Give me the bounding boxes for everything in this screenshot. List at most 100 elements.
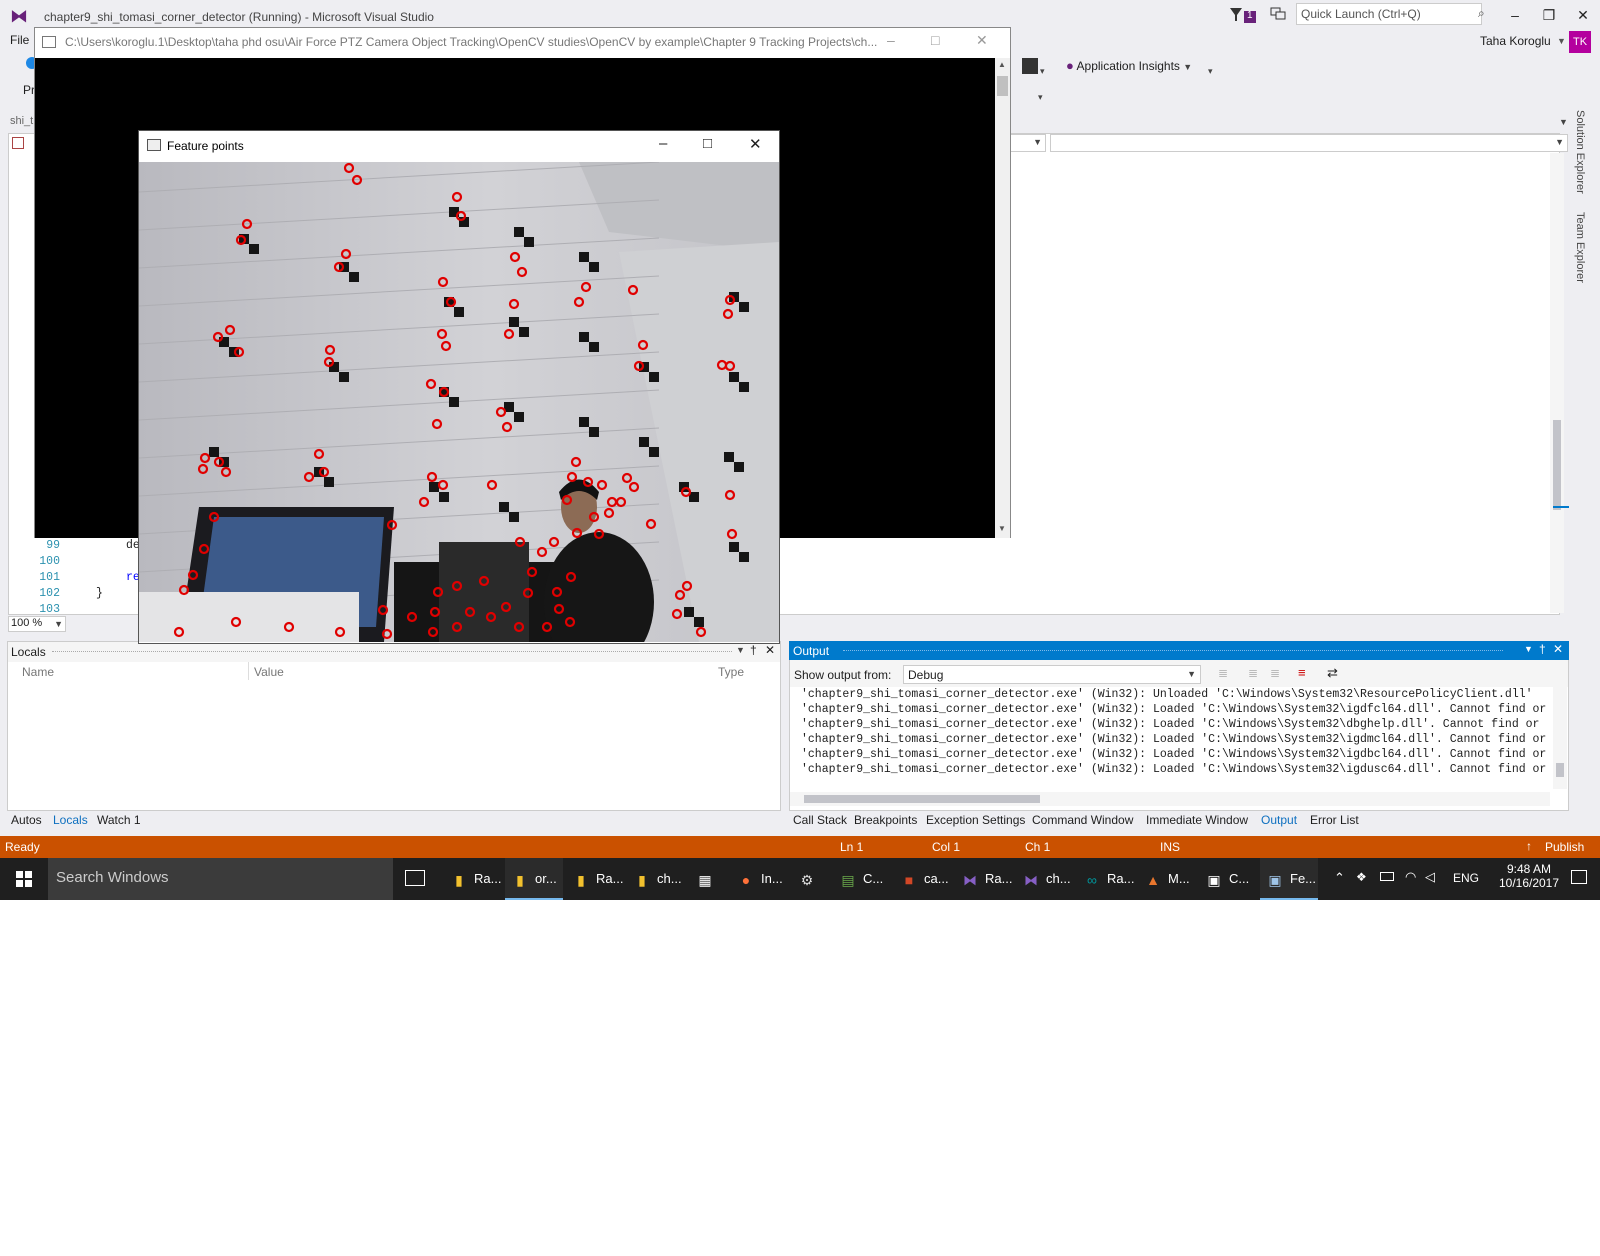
taskbar-app-7[interactable]: ▤ C... [833, 858, 891, 900]
publish-arrow-icon[interactable]: ↑ [1526, 839, 1532, 853]
close-button[interactable]: ✕ [1568, 4, 1598, 26]
taskbar-app-5[interactable]: ● In... [731, 858, 789, 900]
locals-col-value[interactable]: Value [254, 665, 284, 679]
scope-combo[interactable]: ▼ [1050, 134, 1568, 152]
output-vertical-scrollbar[interactable] [1553, 687, 1567, 789]
stop-debugging-icon[interactable] [1022, 58, 1038, 74]
tab-output[interactable]: Output [1261, 813, 1297, 827]
battery-icon[interactable] [1380, 872, 1394, 881]
tab-command-window[interactable]: Command Window [1032, 813, 1133, 827]
feedback-icon[interactable] [1270, 7, 1286, 21]
close-icon[interactable]: ✕ [1553, 642, 1563, 656]
taskbar-search-box[interactable]: Search Windows [48, 858, 393, 900]
search-icon[interactable]: ⌕ [1478, 6, 1492, 20]
word-wrap-icon[interactable]: ⇄ [1327, 665, 1338, 681]
taskbar-app-11[interactable]: ∞ Ra... [1077, 858, 1135, 900]
column-divider[interactable] [248, 662, 249, 680]
next-message-icon[interactable]: ≣ [1270, 666, 1280, 680]
opencv-main-scrollbar[interactable]: ▲ ▼ [995, 58, 1010, 538]
zoom-level-combo[interactable]: 100 % ▼ [8, 616, 66, 632]
status-column: Col 1 [932, 840, 961, 854]
taskbar-app-label: C... [863, 871, 884, 886]
opencv-main-title-bar: C:\Users\koroglu.1\Desktop\taha phd osu\… [35, 28, 1010, 58]
user-name[interactable]: Taha Koroglu [1480, 34, 1551, 48]
tab-breakpoints[interactable]: Breakpoints [854, 813, 917, 827]
dropbox-icon[interactable]: ❖ [1356, 870, 1367, 884]
pin-icon[interactable]: † [1539, 642, 1546, 656]
taskbar-app-6[interactable]: ⚙ [792, 858, 828, 900]
minimize-button[interactable]: – [887, 32, 895, 48]
tab-autos[interactable]: Autos [11, 813, 42, 827]
team-explorer-tab[interactable]: Team Explorer [1574, 212, 1586, 283]
locals-col-name[interactable]: Name [22, 665, 54, 679]
toolbar-overflow-icon[interactable]: ▾ [1040, 66, 1045, 77]
panel-options-icon[interactable]: ▼ [1524, 644, 1533, 654]
tab-watch-1[interactable]: Watch 1 [97, 813, 141, 827]
taskbar-app-9[interactable]: ⧓ Ra... [955, 858, 1013, 900]
solution-explorer-tab[interactable]: Solution Explorer [1574, 110, 1586, 194]
taskbar-app-8[interactable]: ■ ca... [894, 858, 952, 900]
windows-start-icon[interactable] [16, 871, 32, 890]
locals-col-type[interactable]: Type [718, 665, 744, 679]
app-icon: ⧓ [1024, 871, 1038, 888]
tab-call-stack[interactable]: Call Stack [793, 813, 847, 827]
taskbar-app-3[interactable]: ▮ ch... [627, 858, 685, 900]
restore-button[interactable]: ❐ [1534, 4, 1564, 26]
maximize-button[interactable]: □ [931, 32, 939, 48]
action-center-icon[interactable] [1571, 870, 1587, 884]
publish-button[interactable]: Publish [1545, 840, 1584, 854]
tab-error-list[interactable]: Error List [1310, 813, 1359, 827]
taskbar-app-10[interactable]: ⧓ ch... [1016, 858, 1074, 900]
output-horizontal-scrollbar[interactable] [790, 792, 1550, 806]
volume-icon[interactable]: ◁ [1425, 869, 1435, 885]
chevron-down-icon[interactable]: ▼ [1557, 36, 1566, 46]
output-source-select[interactable]: Debug ▼ [903, 665, 1201, 684]
close-button[interactable]: ✕ [749, 135, 762, 153]
clock[interactable]: 9:48 AM 10/16/2017 [1494, 862, 1564, 890]
editor-vertical-scrollbar[interactable] [1550, 153, 1564, 613]
input-language[interactable]: ENG [1453, 871, 1479, 885]
tab-dropdown-icon[interactable]: ▼ [1559, 117, 1568, 127]
taskbar-app-0[interactable]: ▮ Ra... [444, 858, 502, 900]
taskbar-app-1[interactable]: ▮ or... [505, 858, 563, 900]
tab-exception-settings[interactable]: Exception Settings [926, 813, 1025, 827]
member-combo[interactable]: ▼ [1010, 134, 1046, 152]
close-button[interactable]: ✕ [976, 32, 988, 49]
wifi-icon[interactable]: ◠ [1405, 869, 1416, 885]
output-line: 'chapter9_shi_tomasi_corner_detector.exe… [801, 748, 1547, 761]
code-line-text: } [96, 587, 103, 600]
tab-locals[interactable]: Locals [53, 813, 88, 827]
tray-expand-icon[interactable]: ⌃ [1334, 870, 1345, 886]
clear-all-icon[interactable]: ≡ [1298, 665, 1306, 680]
project-icon [12, 137, 24, 149]
tab-immediate-window[interactable]: Immediate Window [1146, 813, 1248, 827]
taskbar-app-4[interactable]: ▦ [690, 858, 726, 900]
avatar[interactable]: TK [1569, 31, 1591, 53]
panel-options-icon[interactable]: ▼ [736, 645, 745, 655]
quick-launch-input[interactable]: Quick Launch (Ctrl+Q) [1296, 3, 1482, 25]
task-view-icon[interactable] [405, 870, 425, 886]
application-insights-button[interactable]: ● Application Insights ▼ [1066, 58, 1192, 78]
toolbar-overflow-icon-2[interactable]: ▾ [1208, 66, 1213, 77]
minimize-button[interactable]: – [659, 135, 667, 152]
taskbar-app-2[interactable]: ▮ Ra... [566, 858, 624, 900]
locals-title: Locals [11, 645, 46, 659]
taskbar-app-13[interactable]: ▣ C... [1199, 858, 1257, 900]
taskbar-app-label: In... [761, 871, 783, 886]
notifications-filter-icon[interactable]: 1 [1228, 6, 1258, 24]
application-insights-label: Application Insights [1076, 59, 1180, 73]
locals-grid [8, 662, 780, 810]
minimize-button[interactable]: – [1500, 4, 1530, 26]
prev-message-icon[interactable]: ≣ [1248, 666, 1258, 680]
document-tab[interactable]: shi_t [10, 115, 33, 127]
scrollbar-thumb[interactable] [1553, 420, 1561, 510]
taskbar-app-14[interactable]: ▣ Fe... [1260, 858, 1318, 900]
taskbar-app-12[interactable]: ▲ M... [1138, 858, 1196, 900]
menu-file[interactable]: File [10, 33, 29, 47]
toolbar-overflow-icon-3[interactable]: ▾ [1038, 92, 1043, 103]
close-icon[interactable]: ✕ [765, 643, 775, 657]
pin-icon[interactable]: † [750, 643, 757, 657]
find-message-icon[interactable]: ≣ [1218, 666, 1228, 680]
maximize-button[interactable]: □ [703, 135, 712, 152]
clock-time: 9:48 AM [1506, 862, 1552, 876]
